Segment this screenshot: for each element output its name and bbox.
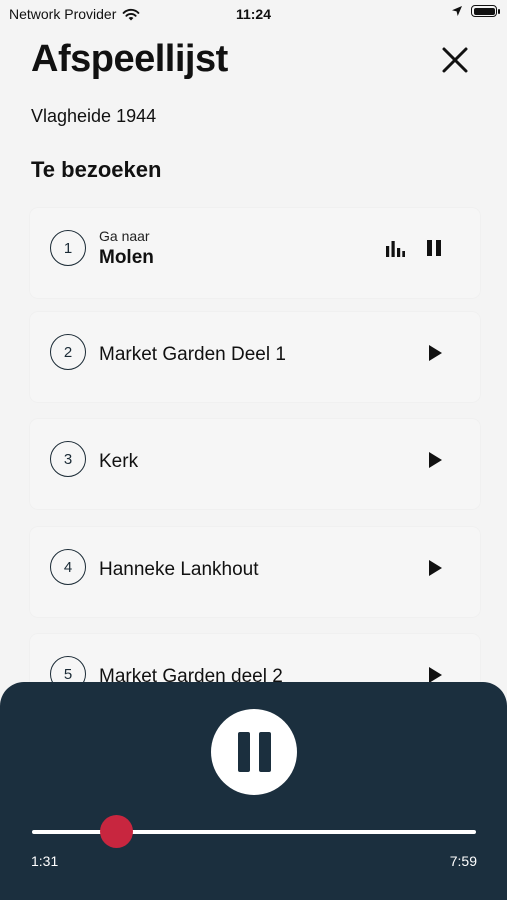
battery-icon <box>471 5 500 17</box>
pause-icon-bar <box>238 732 250 772</box>
item-number: 2 <box>50 334 86 370</box>
pause-icon[interactable] <box>426 239 442 257</box>
page-title: Afspeellijst <box>31 38 228 80</box>
item-label: Market Garden Deel 1 <box>99 344 286 365</box>
item-label: Molen <box>99 247 154 268</box>
section-title: Te bezoeken <box>31 157 162 182</box>
equalizer-icon <box>386 241 405 257</box>
tour-name: Vlagheide 1944 <box>31 106 157 126</box>
progress-track[interactable] <box>32 830 476 834</box>
total-time: 7:59 <box>449 853 477 869</box>
item-number: 1 <box>50 230 86 266</box>
progress-thumb[interactable] <box>99 815 133 848</box>
current-time: 1:31 <box>31 853 59 869</box>
pause-icon-bar <box>259 732 271 772</box>
list-item[interactable]: 4 Hanneke Lankhout <box>30 527 480 617</box>
clock: 11:24 <box>235 6 272 22</box>
item-label: Hanneke Lankhout <box>99 559 259 580</box>
status-right <box>451 5 500 17</box>
item-label: Kerk <box>99 451 139 472</box>
item-number: 3 <box>50 441 86 477</box>
status-bar: Network Provider 11:24 <box>0 0 507 28</box>
list-item[interactable]: 2 Market Garden Deel 1 <box>30 312 480 402</box>
play-icon[interactable] <box>427 451 443 469</box>
close-icon[interactable] <box>438 43 472 77</box>
list-item[interactable]: 1 Ga naar Molen <box>30 208 480 298</box>
item-prefix: Ga naar <box>99 228 150 244</box>
list-item[interactable]: 3 Kerk <box>30 419 480 509</box>
location-arrow-icon <box>452 6 462 16</box>
audio-player: 1:31 7:59 <box>0 682 507 900</box>
item-number: 4 <box>50 549 86 585</box>
play-pause-button[interactable] <box>211 709 297 795</box>
play-icon[interactable] <box>427 559 443 577</box>
play-icon[interactable] <box>427 344 443 362</box>
